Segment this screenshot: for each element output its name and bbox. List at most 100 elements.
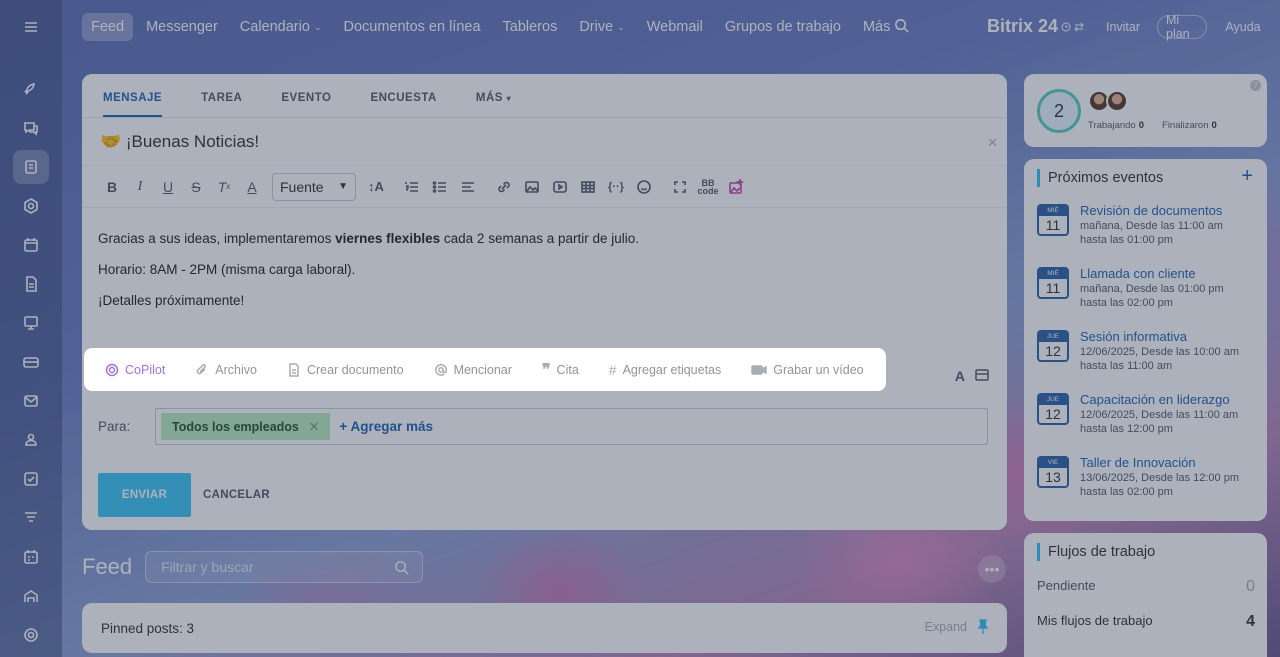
settings-icon[interactable]	[13, 618, 49, 652]
calendar-icon[interactable]	[13, 228, 49, 262]
events-title: Próximos eventos	[1037, 169, 1163, 187]
image-icon[interactable]	[518, 173, 546, 201]
nav-feed[interactable]: Feed	[82, 13, 134, 41]
clear-format-icon[interactable]: Tx	[210, 173, 238, 201]
text-style-icon[interactable]: A	[955, 368, 965, 385]
funnel-icon[interactable]	[13, 501, 49, 535]
add-tags-button[interactable]: # Agregar etiquetas	[609, 362, 721, 378]
create-document-button[interactable]: Crear documento	[287, 363, 404, 377]
help-icon[interactable]: ?	[1250, 80, 1261, 91]
recipients-field[interactable]: Todos los empleados ✕ + Agregar más	[155, 408, 988, 445]
tab-task[interactable]: TAREA	[201, 92, 242, 117]
font-size-icon[interactable]: ↕A	[362, 173, 390, 201]
panel-toggle-icon[interactable]	[975, 368, 989, 385]
rocket-icon[interactable]	[13, 72, 49, 106]
groups-icon[interactable]	[13, 423, 49, 457]
post-body-editor[interactable]: Gracias a sus ideas, implementaremos vie…	[82, 208, 1007, 311]
brand-logo[interactable]: Bitrix 24 ⇄	[987, 16, 1084, 37]
mention-button[interactable]: Mencionar	[434, 363, 512, 377]
tasks-icon[interactable]	[13, 462, 49, 496]
search-icon[interactable]	[893, 17, 910, 39]
pin-icon[interactable]	[977, 619, 989, 635]
remove-icon[interactable]: ✕	[309, 419, 319, 434]
table-icon[interactable]	[574, 173, 602, 201]
feed-icon[interactable]	[13, 150, 49, 184]
event-title[interactable]: Llamada con cliente	[1080, 266, 1196, 281]
send-button[interactable]: ENVIAR	[98, 473, 191, 517]
event-item[interactable]: MIÉ 11 Llamada con cliente mañana, Desde …	[1037, 266, 1263, 323]
close-icon[interactable]: ✕	[987, 135, 998, 151]
event-time: 12/06/2025, Desde las 11:00 am hasta las …	[1080, 409, 1239, 435]
attach-file-button[interactable]: Archivo	[195, 363, 257, 377]
event-time: mañana, Desde las 11:00 am hasta las 01:0…	[1080, 220, 1223, 246]
expand-link[interactable]: Expand	[925, 620, 967, 634]
event-title[interactable]: Taller de Innovación	[1080, 455, 1196, 470]
copilot-rail-icon[interactable]	[13, 189, 49, 223]
nav-boards[interactable]: Tableros	[503, 19, 558, 35]
ai-image-icon[interactable]	[722, 173, 750, 201]
event-item[interactable]: VIE 13 Taller de Innovación 13/06/2025, D…	[1037, 455, 1263, 512]
ordered-list-icon[interactable]	[398, 173, 426, 201]
invite-button[interactable]: Invitar	[1102, 15, 1144, 39]
planner-icon[interactable]	[13, 540, 49, 574]
cancel-button[interactable]: CANCELAR	[203, 473, 270, 517]
my-plan-button[interactable]: Mi plan	[1157, 13, 1207, 41]
bbcode-icon[interactable]: BB code	[694, 173, 722, 201]
pending-workflows-row[interactable]: Pendiente 0	[1037, 578, 1255, 596]
emoji-icon[interactable]	[630, 173, 658, 201]
nav-drive[interactable]: Drive ⌄	[579, 19, 624, 35]
event-item[interactable]: JUE 12 Capacitación en liderazgo 12/06/20…	[1037, 392, 1263, 449]
text-color-icon[interactable]: A	[238, 173, 266, 201]
mail-icon[interactable]	[13, 384, 49, 418]
document-icon	[289, 362, 299, 377]
event-title[interactable]: Capacitación en liderazgo	[1080, 392, 1230, 407]
bold-icon[interactable]: B	[98, 173, 126, 201]
calendar-date-icon: MIÉ 11	[1037, 204, 1069, 236]
video-icon[interactable]	[546, 173, 574, 201]
store-icon[interactable]	[13, 579, 49, 613]
help-button[interactable]: Ayuda	[1222, 15, 1264, 39]
worktime-widget[interactable]: 2 Trabajando 0 Finalizaron 0 ?	[1024, 74, 1267, 147]
event-title[interactable]: Revisión de documentos	[1080, 203, 1222, 218]
tab-message[interactable]: MENSAJE	[103, 92, 163, 117]
italic-icon[interactable]: I	[126, 173, 154, 201]
nav-online-docs[interactable]: Documentos en línea	[343, 19, 480, 35]
event-item[interactable]: MIÉ 11 Revisión de documentos mañana, Des…	[1037, 203, 1263, 260]
align-icon[interactable]	[454, 173, 482, 201]
bullet-list-icon[interactable]	[426, 173, 454, 201]
nav-webmail[interactable]: Webmail	[647, 19, 703, 35]
caret-down-icon: ▾	[506, 94, 512, 103]
record-video-button[interactable]: Grabar un vídeo	[751, 363, 864, 377]
add-event-icon[interactable]: +	[1241, 165, 1253, 188]
menu-icon[interactable]	[13, 10, 49, 44]
feed-search-input[interactable]: Filtrar y buscar	[145, 551, 423, 583]
recipient-chip[interactable]: Todos los empleados ✕	[161, 413, 331, 440]
quote-button[interactable]: ❞ Cita	[542, 360, 579, 380]
more-icon[interactable]: •••	[978, 555, 1006, 583]
underline-icon[interactable]: U	[154, 173, 182, 201]
workflows-title: Flujos de trabajo	[1037, 543, 1155, 561]
event-title[interactable]: Sesión informativa	[1080, 329, 1187, 344]
event-item[interactable]: JUE 12 Sesión informativa 12/06/2025, Des…	[1037, 329, 1263, 386]
board-icon[interactable]	[13, 306, 49, 340]
pinned-posts-bar[interactable]: Pinned posts: 3 Expand	[82, 603, 1007, 653]
chat-icon[interactable]	[13, 111, 49, 145]
search-icon[interactable]	[393, 559, 410, 576]
strikethrough-icon[interactable]: S	[182, 173, 210, 201]
nav-messenger[interactable]: Messenger	[146, 19, 218, 35]
add-more-link[interactable]: + Agregar más	[339, 419, 433, 434]
nav-calendar[interactable]: Calendario ⌄	[240, 19, 322, 35]
font-select[interactable]: Fuente ▼	[272, 172, 356, 201]
tab-more[interactable]: MÁS ▾	[476, 92, 511, 117]
drive-icon[interactable]	[13, 345, 49, 379]
copilot-button[interactable]: CoPilot	[105, 363, 165, 377]
tab-poll[interactable]: ENCUESTA	[370, 92, 436, 117]
post-title[interactable]: 🤝 ¡Buenas Noticias! ✕	[82, 118, 1007, 166]
my-workflows-row[interactable]: Mis flujos de trabajo 4	[1037, 613, 1255, 631]
link-icon[interactable]	[490, 173, 518, 201]
nav-workgroups[interactable]: Grupos de trabajo	[725, 19, 841, 35]
code-icon[interactable]: {··}	[602, 173, 630, 201]
document-icon[interactable]	[13, 267, 49, 301]
tab-event[interactable]: EVENTO	[281, 92, 331, 117]
fullscreen-icon[interactable]	[666, 173, 694, 201]
